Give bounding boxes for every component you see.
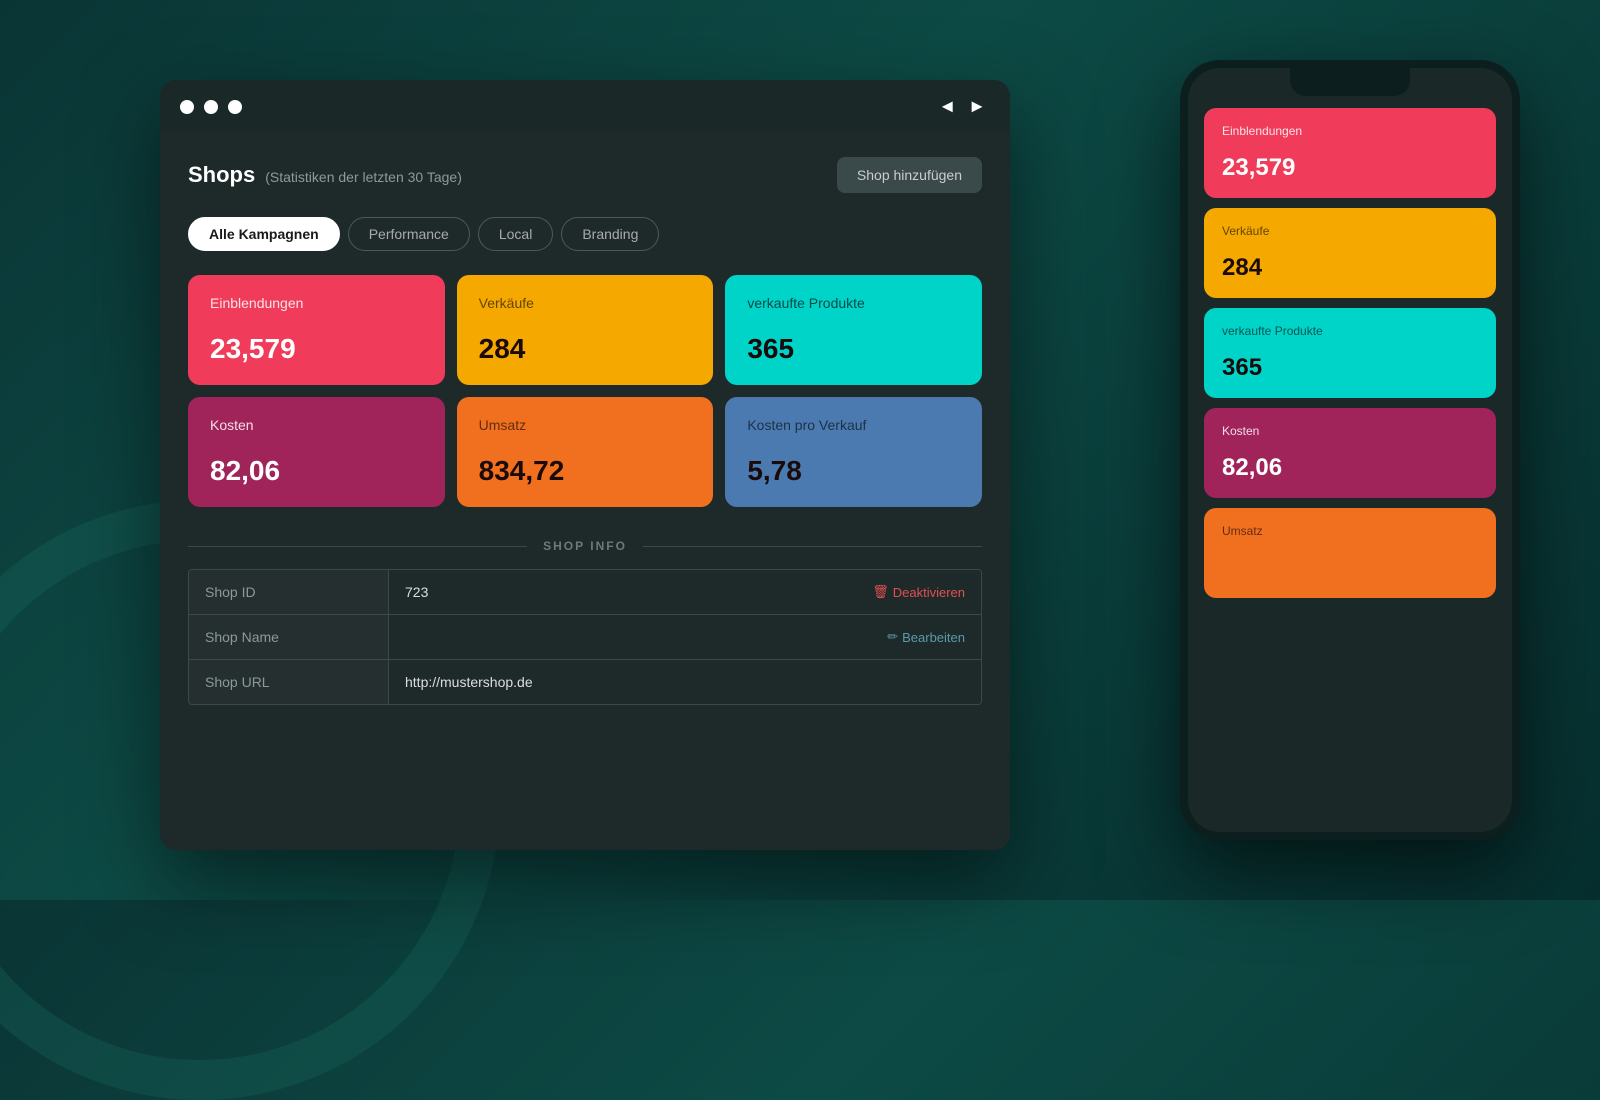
window-content: Shops (Statistiken der letzten 30 Tage) … — [160, 133, 1010, 850]
stat-value-verkaufte-produkte: 365 — [747, 333, 960, 365]
shop-info-label: SHOP INFO — [543, 539, 627, 553]
shop-url-value: http://mustershop.de — [405, 674, 533, 690]
nav-prev-arrow[interactable]: ◄ — [934, 94, 960, 119]
phone-value-verkaeufe: 284 — [1222, 254, 1478, 282]
shop-info-divider: SHOP INFO — [188, 539, 982, 553]
stat-label-kosten-pro-verkauf: Kosten pro Verkauf — [747, 417, 960, 433]
phone-value-verkaufte-produkte: 365 — [1222, 354, 1478, 382]
phone-stat-umsatz: Umsatz — [1204, 508, 1496, 598]
tab-performance[interactable]: Performance — [348, 217, 470, 251]
stat-label-kosten: Kosten — [210, 417, 423, 433]
stat-value-umsatz: 834,72 — [479, 455, 692, 487]
desktop-window: ◄ ► Shops (Statistiken der letzten 30 Ta… — [160, 80, 1010, 850]
phone-value-einblendungen: 23,579 — [1222, 154, 1478, 182]
stat-value-einblendungen: 23,579 — [210, 333, 423, 365]
divider-line-right — [643, 546, 982, 547]
shop-id-key: Shop ID — [189, 570, 389, 614]
shop-info-row-url: Shop URL http://mustershop.de — [189, 660, 981, 704]
phone-label-umsatz: Umsatz — [1222, 524, 1478, 538]
window-dots — [180, 100, 242, 114]
tab-local[interactable]: Local — [478, 217, 553, 251]
stats-grid: Einblendungen 23,579 Verkäufe 284 verkau… — [188, 275, 982, 507]
stat-card-verkaeufe: Verkäufe 284 — [457, 275, 714, 385]
phone-label-kosten: Kosten — [1222, 424, 1478, 438]
edit-link[interactable]: ✏ Bearbeiten — [887, 629, 965, 645]
stat-label-umsatz: Umsatz — [479, 417, 692, 433]
stat-card-verkaufte-produkte: verkaufte Produkte 365 — [725, 275, 982, 385]
shop-info-row-name: Shop Name ✏ Bearbeiten — [189, 615, 981, 660]
stat-card-umsatz: Umsatz 834,72 — [457, 397, 714, 507]
shop-info-section: SHOP INFO Shop ID 723 🗑 Deaktivieren — [188, 539, 982, 705]
phone-value-kosten: 82,06 — [1222, 454, 1478, 482]
stat-value-kosten-pro-verkauf: 5,78 — [747, 455, 960, 487]
page-title-group: Shops (Statistiken der letzten 30 Tage) — [188, 162, 462, 188]
window-dot-3 — [228, 100, 242, 114]
window-titlebar: ◄ ► — [160, 80, 1010, 133]
phone-stat-verkaufte-produkte: verkaufte Produkte 365 — [1204, 308, 1496, 398]
tab-all-kampagnen[interactable]: Alle Kampagnen — [188, 217, 340, 251]
stat-label-einblendungen: Einblendungen — [210, 295, 423, 311]
tab-branding[interactable]: Branding — [561, 217, 659, 251]
phone-label-verkaeufe: Verkäufe — [1222, 224, 1478, 238]
phone-stat-verkaeufe: Verkäufe 284 — [1204, 208, 1496, 298]
phone-label-einblendungen: Einblendungen — [1222, 124, 1478, 138]
shop-name-val: ✏ Bearbeiten — [389, 615, 981, 659]
shop-info-table: Shop ID 723 🗑 Deaktivieren Shop Name — [188, 569, 982, 705]
shop-name-key: Shop Name — [189, 615, 389, 659]
window-nav-arrows[interactable]: ◄ ► — [934, 94, 990, 119]
shop-url-key: Shop URL — [189, 660, 389, 704]
stat-card-einblendungen: Einblendungen 23,579 — [188, 275, 445, 385]
phone-content: Einblendungen 23,579 Verkäufe 284 verkau… — [1188, 96, 1512, 832]
stat-value-verkaeufe: 284 — [479, 333, 692, 365]
stat-card-kosten-pro-verkauf: Kosten pro Verkauf 5,78 — [725, 397, 982, 507]
phone-notch — [1290, 68, 1410, 96]
shop-id-val: 723 🗑 Deaktivieren — [389, 570, 981, 614]
nav-next-arrow[interactable]: ► — [964, 94, 990, 119]
page-title: Shops — [188, 162, 255, 188]
phone-stat-kosten: Kosten 82,06 — [1204, 408, 1496, 498]
add-shop-button[interactable]: Shop hinzufügen — [837, 157, 982, 193]
window-dot-2 — [204, 100, 218, 114]
page-header: Shops (Statistiken der letzten 30 Tage) … — [188, 157, 982, 193]
tabs-container: Alle Kampagnen Performance Local Brandin… — [188, 217, 982, 251]
stat-card-kosten: Kosten 82,06 — [188, 397, 445, 507]
divider-line-left — [188, 546, 527, 547]
shop-url-val: http://mustershop.de — [389, 660, 981, 704]
deactivate-link[interactable]: 🗑 Deaktivieren — [872, 584, 965, 600]
mobile-phone: Einblendungen 23,579 Verkäufe 284 verkau… — [1180, 60, 1520, 840]
phone-label-verkaufte-produkte: verkaufte Produkte — [1222, 324, 1478, 338]
stat-label-verkaufte-produkte: verkaufte Produkte — [747, 295, 960, 311]
stat-value-kosten: 82,06 — [210, 455, 423, 487]
shop-info-row-id: Shop ID 723 🗑 Deaktivieren — [189, 570, 981, 615]
page-subtitle: (Statistiken der letzten 30 Tage) — [265, 169, 462, 185]
stat-label-verkaeufe: Verkäufe — [479, 295, 692, 311]
phone-stat-einblendungen: Einblendungen 23,579 — [1204, 108, 1496, 198]
shop-id-value: 723 — [405, 584, 428, 600]
window-dot-1 — [180, 100, 194, 114]
